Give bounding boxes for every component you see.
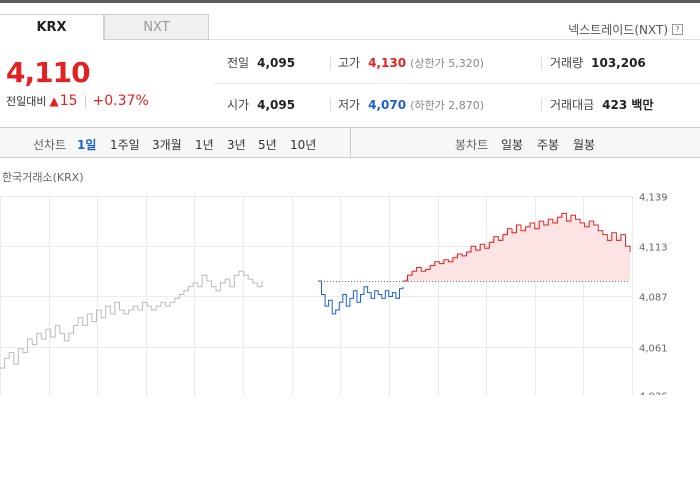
stat-label: 저가 (338, 98, 361, 112)
stat-value: 4,095 (257, 55, 296, 70)
period-5year[interactable]: 5년 (258, 136, 277, 153)
price-change: 전일대비 ▲ 15 +0.37% (6, 93, 149, 109)
nxt-info-link[interactable]: 넥스트레이드(NXT) ? (568, 21, 683, 38)
intraday-price-chart[interactable]: 4,139 4,113 4,087 4,061 4,036 (0, 185, 700, 395)
stat-volume: 거래량 103,206 (550, 54, 646, 71)
change-divider (84, 94, 86, 108)
period-1day[interactable]: 1일 (77, 136, 96, 153)
y-tick-label: 4,087 (639, 293, 668, 304)
series-fill-area (403, 213, 630, 282)
stat-prev-close: 전일 4,095 (227, 54, 295, 71)
change-rate: +0.37% (92, 93, 149, 109)
tab-underline (209, 39, 700, 40)
stat-divider (541, 98, 542, 112)
line-chart-label: 선차트 (33, 138, 67, 152)
series-line-below-reference (318, 280, 404, 315)
y-tick-label: 4,036 (639, 392, 668, 396)
stat-amount: 거래대금 423 백만 (550, 96, 653, 113)
y-tick-label: 4,113 (639, 243, 668, 254)
stat-label: 시가 (227, 98, 250, 112)
stat-divider (541, 56, 542, 70)
stat-divider (330, 98, 331, 112)
period-3year[interactable]: 3년 (227, 136, 246, 153)
stat-divider (330, 56, 331, 70)
period-10year[interactable]: 10년 (290, 136, 316, 153)
y-tick-label: 4,139 (639, 193, 668, 204)
bar-divider (350, 128, 351, 157)
tab-nxt-label: NXT (143, 19, 170, 35)
period-3month[interactable]: 3개월 (152, 136, 182, 153)
stat-label: 고가 (338, 56, 361, 70)
exchange-label: 한국거래소(KRX) (2, 171, 84, 184)
nxt-info-label: 넥스트레이드(NXT) (568, 23, 668, 37)
period-1week[interactable]: 1주일 (110, 136, 140, 153)
help-icon[interactable]: ? (672, 24, 683, 35)
tab-nxt[interactable]: NXT (104, 14, 209, 40)
stat-value: 4,130 (368, 55, 407, 70)
period-1year[interactable]: 1년 (195, 136, 214, 153)
upper-limit: (상한가 5,320) (410, 56, 484, 70)
y-tick-label: 4,061 (639, 344, 668, 355)
change-value: 15 (59, 93, 78, 109)
current-price: 4,110 (6, 56, 91, 89)
stat-label: 전일 (227, 56, 250, 70)
stat-value: 103,206 (591, 55, 646, 70)
up-triangle-icon: ▲ (49, 94, 59, 108)
stat-low: 저가 4,070 (하한가 2,870) (338, 96, 484, 113)
stat-open: 시가 4,095 (227, 96, 295, 113)
candle-chart-label: 봉차트 (455, 138, 489, 152)
stat-label: 거래대금 (550, 98, 595, 112)
period-monthly-candle[interactable]: 월봉 (573, 136, 595, 153)
chart-period-bar: 선차트 1일 1주일 3개월 1년 3년 5년 10년 봉차트 일봉 주봉 월봉 (0, 127, 700, 158)
top-border (0, 0, 700, 3)
change-label: 전일대비 (6, 95, 47, 108)
tab-krx-label: KRX (36, 20, 67, 35)
tab-krx[interactable]: KRX (0, 14, 104, 40)
stat-row-divider (213, 83, 700, 84)
stat-label: 거래량 (550, 56, 584, 70)
series-line-previous-session (0, 270, 263, 369)
stat-value: 423 백만 (602, 98, 654, 112)
period-weekly-candle[interactable]: 주봉 (537, 136, 559, 153)
stat-high: 고가 4,130 (상한가 5,320) (338, 54, 484, 71)
period-daily-candle[interactable]: 일봉 (501, 136, 523, 153)
lower-limit: (하한가 2,870) (410, 98, 484, 112)
stat-value: 4,095 (257, 97, 296, 112)
stat-value: 4,070 (368, 97, 407, 112)
